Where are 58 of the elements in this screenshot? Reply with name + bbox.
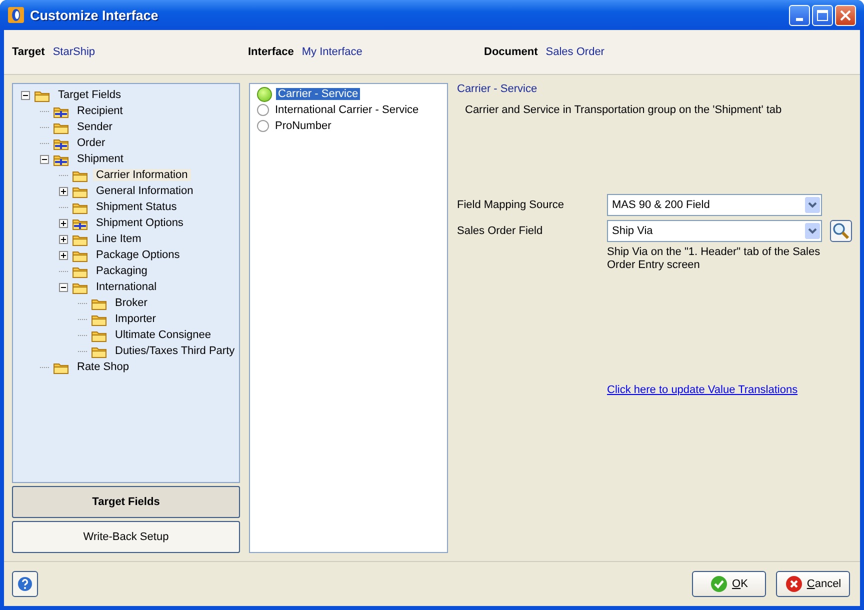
cancel-button[interactable]: Cancel (776, 571, 850, 597)
tree-item[interactable]: Line Item (93, 233, 144, 245)
mapping-source-dropdown[interactable]: MAS 90 & 200 Field (607, 194, 822, 216)
close-button[interactable] (835, 4, 856, 26)
tree-item[interactable]: Shipment Status (93, 201, 180, 213)
field-label: Sales Order Field (457, 225, 544, 237)
value-translations-link[interactable]: Click here to update Value Translations (607, 384, 798, 396)
collapse-icon[interactable] (59, 282, 68, 292)
sales-order-field-dropdown[interactable]: Ship Via (607, 220, 822, 242)
field-note: Ship Via on the "1. Header" tab of the Sales Order Entry screen (607, 246, 822, 272)
header-label: Document (484, 46, 538, 58)
tree-item[interactable]: Order (74, 137, 108, 149)
help-icon (17, 576, 33, 592)
tree-item[interactable]: Rate Shop (74, 361, 132, 373)
collapse-icon[interactable] (21, 90, 30, 100)
field-item[interactable]: International Carrier - Service (273, 104, 421, 116)
tree-item[interactable]: Recipient (74, 105, 126, 117)
tree-item[interactable]: Shipment Options (93, 217, 186, 229)
minimize-button[interactable] (789, 4, 810, 26)
tree-item[interactable]: Package Options (93, 249, 183, 261)
app-icon (8, 7, 24, 23)
tree-item[interactable]: Ultimate Consignee (112, 329, 214, 341)
field-label: Field Mapping Source (457, 199, 566, 211)
tree-item[interactable]: Packaging (93, 265, 150, 277)
nav-button[interactable]: Write-Back Setup (12, 521, 240, 553)
ok-button[interactable]: OK (692, 571, 766, 597)
header-value: StarShip (52, 46, 96, 58)
field-item[interactable]: ProNumber (273, 120, 334, 132)
checkmark-icon (710, 575, 728, 593)
nav-button[interactable]: Target Fields (12, 486, 240, 518)
header-label: Interface (248, 46, 294, 58)
help-button[interactable] (12, 571, 38, 597)
tree-item[interactable]: Importer (112, 313, 159, 325)
expand-icon[interactable] (59, 250, 68, 260)
tree-item[interactable]: Target Fields (55, 89, 124, 101)
tree-item[interactable]: Carrier Information (93, 169, 191, 181)
window-title: Customize Interface (30, 8, 160, 22)
tree-item[interactable]: International (93, 281, 160, 293)
search-button[interactable] (830, 220, 852, 242)
field-item[interactable]: Carrier - Service (276, 88, 360, 100)
expand-icon[interactable] (59, 186, 68, 196)
detail-title: Carrier - Service (457, 83, 538, 95)
expand-icon[interactable] (59, 234, 68, 244)
tree-item[interactable]: Broker (112, 297, 150, 309)
tree-item[interactable]: Sender (74, 121, 116, 133)
close-icon (840, 10, 851, 20)
tree-item[interactable]: Duties/Taxes Third Party (112, 345, 238, 357)
collapse-icon[interactable] (40, 154, 49, 164)
tree-item[interactable]: Shipment (74, 153, 126, 165)
maximize-button[interactable] (812, 4, 833, 26)
expand-icon[interactable] (59, 218, 68, 228)
search-icon (832, 222, 850, 240)
tree-item[interactable]: General Information (93, 185, 196, 197)
header-value: My Interface (302, 46, 362, 58)
header-label: Target (12, 46, 45, 58)
header-value: Sales Order (546, 46, 604, 58)
cross-icon (784, 575, 803, 593)
detail-description: Carrier and Service in Transportation group on the 'Shipment' tab (465, 104, 783, 116)
